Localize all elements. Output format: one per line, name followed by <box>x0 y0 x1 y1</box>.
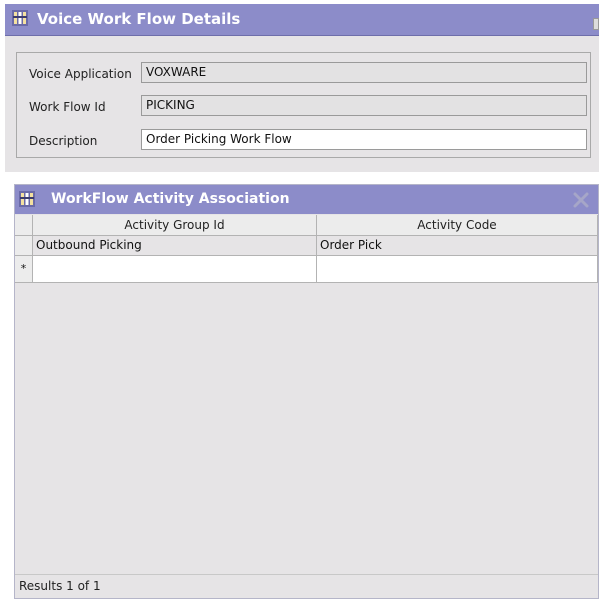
column-header-activity-group-id[interactable]: Activity Group Id <box>33 215 317 236</box>
new-row-activity-code-input[interactable] <box>317 256 598 283</box>
voice-application-field[interactable]: VOXWARE <box>141 62 587 83</box>
row-header[interactable] <box>15 236 33 256</box>
panel-menu-button[interactable] <box>593 18 599 30</box>
work-flow-id-label: Work Flow Id <box>29 100 106 114</box>
description-field[interactable]: Order Picking Work Flow <box>141 129 587 150</box>
workflow-app-icon <box>19 191 35 207</box>
new-row-activity-group-id-input[interactable] <box>33 256 317 283</box>
results-status: Results 1 of 1 <box>15 574 598 598</box>
details-form: Voice Application VOXWARE Work Flow Id P… <box>16 52 591 158</box>
workflow-app-icon <box>12 10 28 26</box>
close-icon[interactable] <box>572 191 590 209</box>
workflow-activity-association-panel: WorkFlow Activity Association Activity G… <box>14 184 599 599</box>
activity-panel-title: WorkFlow Activity Association <box>51 191 290 207</box>
table-cell-activity-code[interactable]: Order Pick <box>317 236 598 256</box>
activity-titlebar: WorkFlow Activity Association <box>15 185 598 214</box>
details-titlebar: Voice Work Flow Details <box>5 4 599 36</box>
column-header-activity-code[interactable]: Activity Code <box>317 215 598 236</box>
new-row-marker[interactable]: * <box>15 256 33 283</box>
voice-workflow-details-panel: Voice Work Flow Details Voice Applicatio… <box>5 4 599 172</box>
voice-application-label: Voice Application <box>29 67 132 81</box>
work-flow-id-field[interactable]: PICKING <box>141 95 587 116</box>
details-panel-title: Voice Work Flow Details <box>37 10 241 28</box>
description-label: Description <box>29 134 98 148</box>
table-corner <box>15 215 33 236</box>
table-cell-activity-group-id[interactable]: Outbound Picking <box>33 236 317 256</box>
